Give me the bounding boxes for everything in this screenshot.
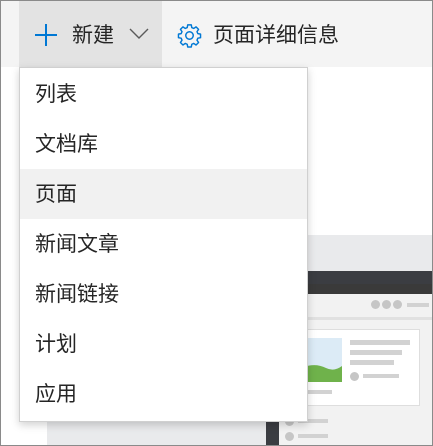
menu-item-label: 文档库 [35, 132, 98, 156]
page-details-button[interactable]: 页面详细信息 [173, 1, 373, 67]
menu-item-document-library[interactable]: 文档库 [20, 119, 307, 169]
menu-item-label: 应用 [35, 382, 77, 406]
placeholder-line [350, 360, 394, 365]
new-button[interactable]: 新建 [19, 1, 162, 67]
menu-item-label: 新闻文章 [35, 232, 119, 256]
new-button-label: 新建 [72, 23, 114, 47]
new-dropdown-menu: 列表 文档库 页面 新闻文章 新闻链接 计划 应用 [19, 67, 308, 422]
page-details-label: 页面详细信息 [213, 23, 339, 47]
menu-item-label: 页面 [35, 182, 77, 206]
menu-item-label: 列表 [35, 82, 77, 106]
placeholder-line [298, 434, 328, 438]
menu-item-label: 计划 [35, 332, 77, 356]
placeholder-line [407, 303, 429, 307]
menu-item-news-link[interactable]: 新闻链接 [20, 269, 307, 319]
placeholder-line [363, 374, 399, 378]
placeholder-line [350, 340, 410, 345]
author-dot [350, 372, 359, 381]
avatar-dot [393, 300, 402, 309]
avatar-dot [371, 300, 380, 309]
placeholder-line [350, 350, 402, 355]
gear-icon [177, 24, 202, 48]
sharepoint-page-frame: 新建 页面详细信息 列表 文档库 页面 新闻文章 新闻链接 计划 应用 [0, 0, 433, 446]
menu-item-page[interactable]: 页面 [20, 169, 307, 219]
avatar-dot [382, 300, 391, 309]
menu-item-list[interactable]: 列表 [20, 69, 307, 119]
menu-item-plan[interactable]: 计划 [20, 319, 307, 369]
plus-icon [35, 24, 57, 46]
menu-item-label: 新闻链接 [35, 282, 119, 306]
menu-item-app[interactable]: 应用 [20, 369, 307, 419]
author-dot [285, 432, 294, 441]
menu-item-news-post[interactable]: 新闻文章 [20, 219, 307, 269]
command-bar: 新建 页面详细信息 [1, 1, 432, 67]
chevron-down-icon [129, 28, 149, 39]
